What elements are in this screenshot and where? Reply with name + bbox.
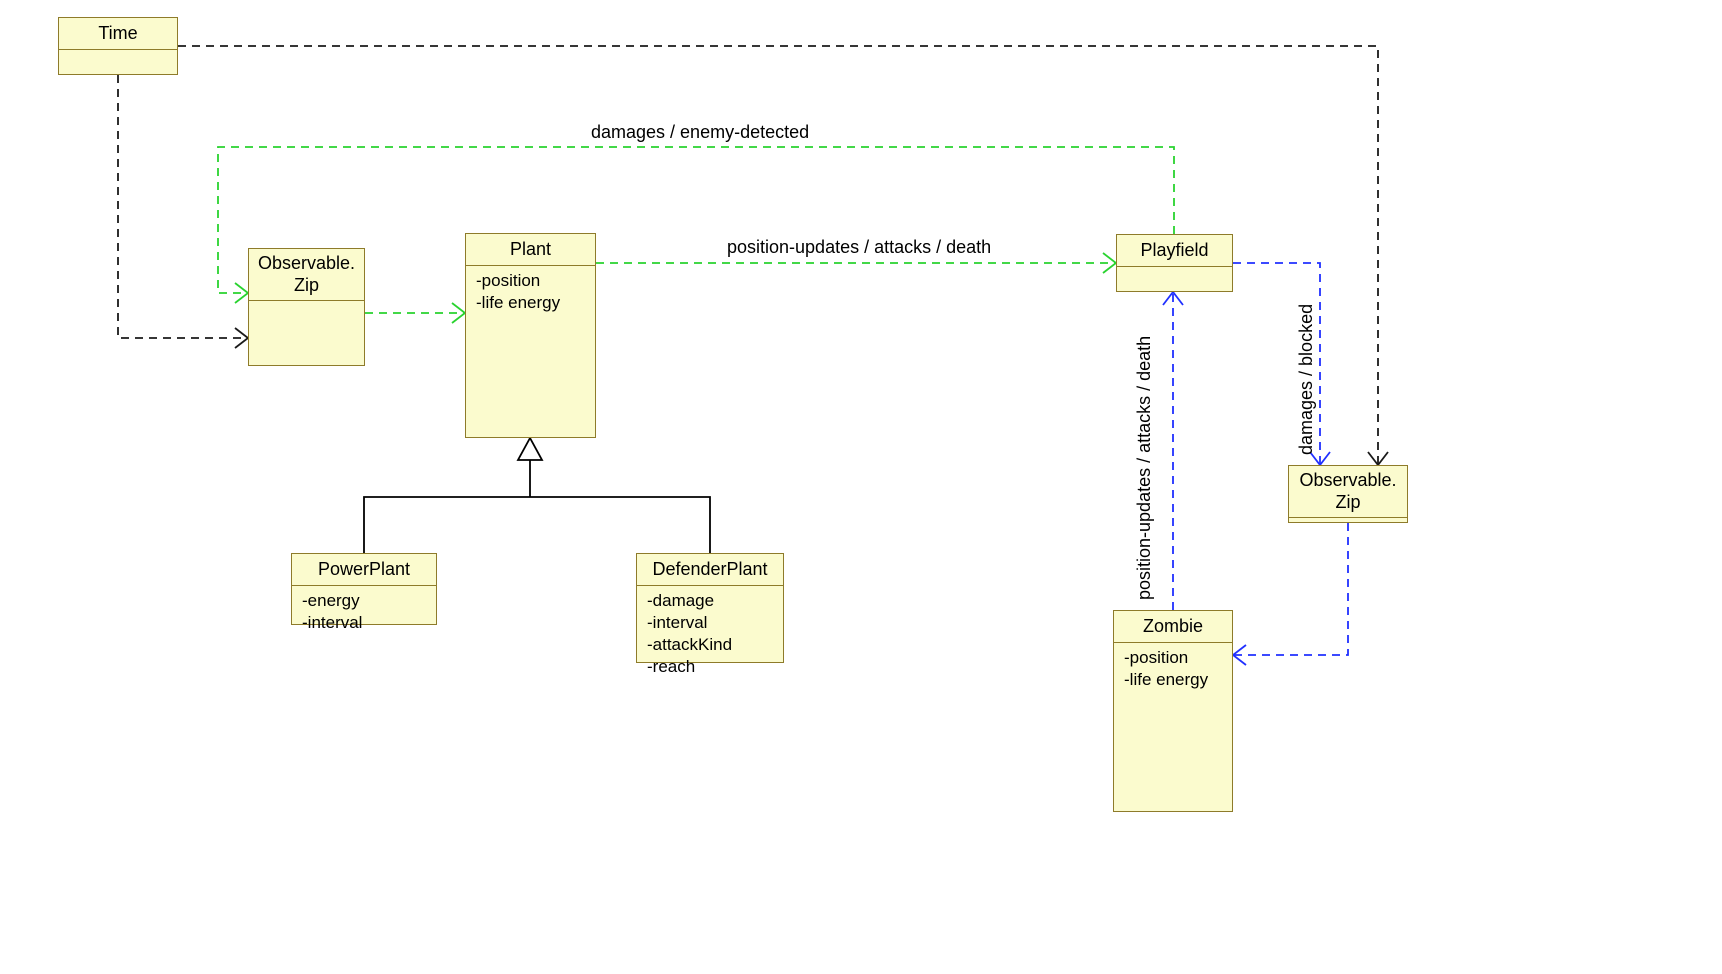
label-position-updates-attacks-death: position-updates / attacks / death bbox=[727, 237, 991, 258]
class-time: Time bbox=[58, 17, 178, 75]
class-plant-attrs: -position -life energy bbox=[466, 266, 595, 320]
class-playfield: Playfield bbox=[1116, 234, 1233, 292]
class-observable-zip-1: Observable. Zip bbox=[248, 248, 365, 366]
attr-attackkind: -attackKind bbox=[647, 634, 773, 656]
class-observable-zip-2-title: Observable. Zip bbox=[1289, 466, 1407, 518]
class-powerplant: PowerPlant -energy -interval bbox=[291, 553, 437, 625]
class-time-title: Time bbox=[59, 18, 177, 50]
class-defenderplant-attrs: -damage -interval -attackKind -reach bbox=[637, 586, 783, 684]
class-plant-title: Plant bbox=[466, 234, 595, 266]
class-powerplant-attrs: -energy -interval bbox=[292, 586, 436, 640]
attr-energy: -energy bbox=[302, 590, 426, 612]
class-zombie-title: Zombie bbox=[1114, 611, 1232, 643]
class-zombie: Zombie -position -life energy bbox=[1113, 610, 1233, 812]
attr-position: -position bbox=[476, 270, 585, 292]
attr-damage: -damage bbox=[647, 590, 773, 612]
label-position-updates-attacks-death-vertical: position-updates / attacks / death bbox=[1134, 300, 1155, 600]
attr-zombie-life-energy: -life energy bbox=[1124, 669, 1222, 691]
diagram-edges bbox=[0, 0, 1722, 974]
label-damages-enemy-detected: damages / enemy-detected bbox=[591, 122, 809, 143]
class-zombie-attrs: -position -life energy bbox=[1114, 643, 1232, 697]
attr-interval: -interval bbox=[302, 612, 426, 634]
attr-life-energy: -life energy bbox=[476, 292, 585, 314]
class-observable-zip-1-title: Observable. Zip bbox=[249, 249, 364, 301]
attr-zombie-position: -position bbox=[1124, 647, 1222, 669]
class-plant: Plant -position -life energy bbox=[465, 233, 596, 438]
attr-interval2: -interval bbox=[647, 612, 773, 634]
class-defenderplant: DefenderPlant -damage -interval -attackK… bbox=[636, 553, 784, 663]
class-powerplant-title: PowerPlant bbox=[292, 554, 436, 586]
class-defenderplant-title: DefenderPlant bbox=[637, 554, 783, 586]
attr-reach: -reach bbox=[647, 656, 773, 678]
class-playfield-title: Playfield bbox=[1117, 235, 1232, 267]
label-damages-blocked: damages / blocked bbox=[1296, 275, 1317, 455]
class-observable-zip-2: Observable. Zip bbox=[1288, 465, 1408, 523]
